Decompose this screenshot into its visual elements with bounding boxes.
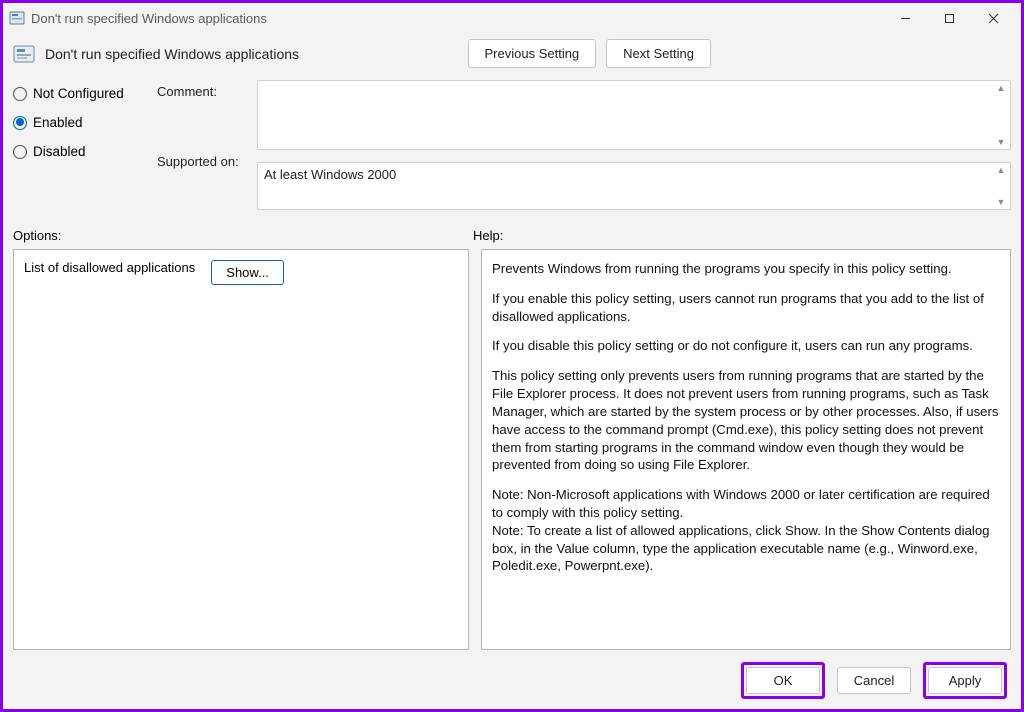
- comment-input[interactable]: ▲▼: [257, 80, 1011, 150]
- radio-label: Not Configured: [33, 86, 124, 101]
- titlebar: Don't run specified Windows applications: [3, 3, 1021, 33]
- help-label: Help:: [473, 228, 1011, 243]
- policy-icon: [9, 10, 25, 26]
- options-panel: List of disallowed applications Show...: [13, 249, 469, 650]
- help-text: Prevents Windows from running the progra…: [492, 260, 1000, 278]
- help-text: This policy setting only prevents users …: [492, 367, 1000, 474]
- radio-label: Disabled: [33, 144, 86, 159]
- policy-large-icon: [13, 43, 35, 65]
- help-text: Note: Non-Microsoft applications with Wi…: [492, 486, 1000, 522]
- options-label: Options:: [13, 228, 473, 243]
- radio-disabled[interactable]: Disabled: [13, 144, 143, 159]
- help-text: If you enable this policy setting, users…: [492, 290, 1000, 326]
- footer: OK Cancel Apply: [3, 650, 1021, 709]
- disallowed-list-label: List of disallowed applications: [24, 260, 195, 275]
- previous-setting-button[interactable]: Previous Setting: [468, 39, 597, 68]
- window-controls: [883, 3, 1015, 33]
- header: Don't run specified Windows applications…: [3, 33, 1021, 80]
- scroll-arrows[interactable]: ▲▼: [994, 83, 1008, 147]
- radio-icon: [13, 87, 27, 101]
- state-radios: Not Configured Enabled Disabled: [13, 80, 143, 210]
- help-text: If you disable this policy setting or do…: [492, 337, 1000, 355]
- supported-on-box: At least Windows 2000 ▲▼: [257, 162, 1011, 210]
- config-area: Not Configured Enabled Disabled Comment:…: [3, 80, 1021, 210]
- ok-button[interactable]: OK: [746, 667, 820, 694]
- help-panel: Prevents Windows from running the progra…: [481, 249, 1011, 650]
- radio-not-configured[interactable]: Not Configured: [13, 86, 143, 101]
- close-button[interactable]: [971, 3, 1015, 33]
- show-button[interactable]: Show...: [211, 260, 284, 285]
- window-title: Don't run specified Windows applications: [31, 11, 267, 26]
- policy-title: Don't run specified Windows applications: [45, 46, 299, 62]
- radio-icon: [13, 116, 27, 130]
- policy-editor-window: Don't run specified Windows applications…: [0, 0, 1024, 712]
- apply-button[interactable]: Apply: [928, 667, 1002, 694]
- maximize-button[interactable]: [927, 3, 971, 33]
- minimize-button[interactable]: [883, 3, 927, 33]
- comment-label: Comment:: [157, 80, 257, 99]
- help-text: Note: To create a list of allowed applic…: [492, 522, 1000, 575]
- radio-icon: [13, 145, 27, 159]
- scroll-arrows[interactable]: ▲▼: [994, 165, 1008, 207]
- section-labels: Options: Help:: [3, 210, 1021, 249]
- supported-label: Supported on:: [157, 150, 257, 169]
- next-setting-button[interactable]: Next Setting: [606, 39, 711, 68]
- cancel-button[interactable]: Cancel: [837, 667, 911, 694]
- radio-enabled[interactable]: Enabled: [13, 115, 143, 130]
- panels: List of disallowed applications Show... …: [3, 249, 1021, 650]
- radio-label: Enabled: [33, 115, 83, 130]
